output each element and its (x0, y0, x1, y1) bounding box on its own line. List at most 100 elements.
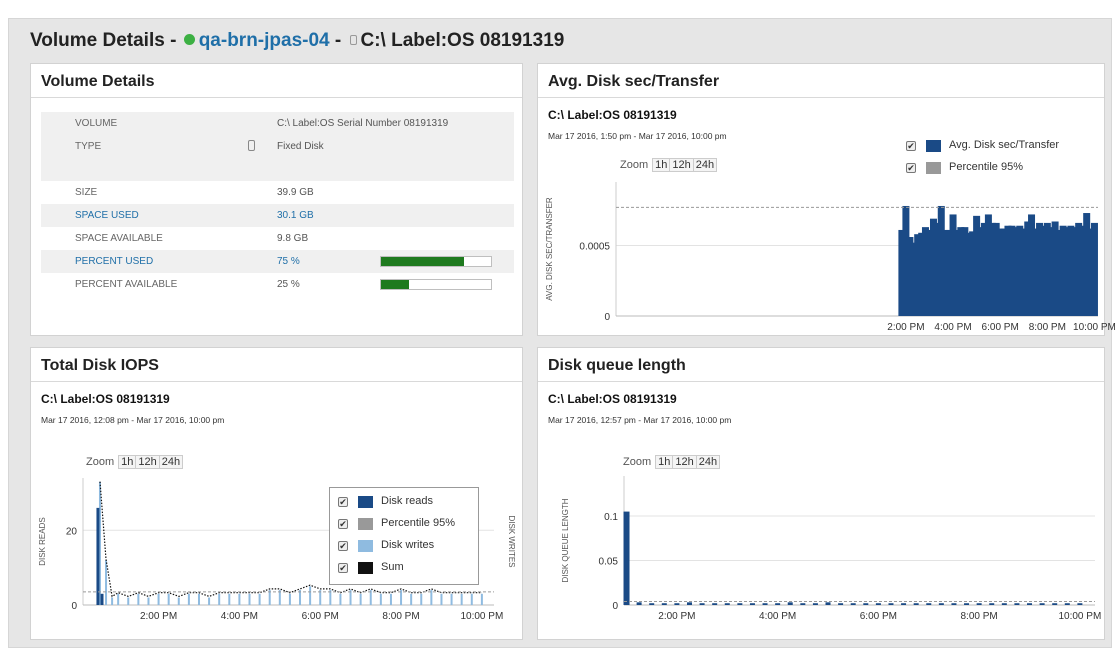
data-bar (863, 603, 869, 605)
writes-bar (147, 597, 150, 605)
y-tick-label: 0.0005 (579, 241, 610, 252)
writes-bar (379, 593, 382, 605)
data-bar (1039, 603, 1045, 605)
legend-item[interactable]: ✔ Disk writes (338, 537, 478, 559)
legend-item[interactable]: ✔ Percentile 95% (338, 515, 478, 537)
row-value[interactable]: 75 % (277, 256, 300, 267)
data-bar (762, 603, 768, 605)
x-tick-label: 2:00 PM (658, 611, 695, 622)
writes-bar (157, 593, 160, 605)
data-bar (1064, 603, 1070, 605)
node-link[interactable]: qa-brn-jpas-04 (199, 30, 330, 51)
data-bar (825, 602, 831, 605)
volume-details-panel: Volume Details VOLUME C:\ Label:OS Serial… (30, 63, 523, 336)
checkbox-icon[interactable]: ✔ (338, 541, 348, 551)
table-row: PERCENT USED 75 % (41, 250, 514, 273)
x-tick-label: 10:00 PM (1058, 611, 1101, 622)
row-label: PERCENT AVAILABLE (75, 279, 178, 290)
iops-panel: Total Disk IOPS C:\ Label:OS 08191319 Ma… (30, 347, 523, 640)
data-bar (964, 603, 970, 605)
volume-icon (349, 35, 357, 45)
writes-bar (117, 593, 120, 605)
x-tick-label: 6:00 PM (302, 611, 339, 622)
data-bar (938, 603, 944, 605)
checkbox-icon[interactable]: ✔ (338, 497, 348, 507)
table-row: VOLUME C:\ Label:OS Serial Number 0819131… (41, 112, 514, 135)
title-prefix: Volume Details - (30, 30, 177, 51)
row-value: 39.9 GB (277, 187, 314, 198)
data-bar (724, 603, 730, 605)
row-value: 9.8 GB (277, 233, 309, 244)
writes-bar (197, 593, 200, 605)
data-bar (623, 511, 630, 605)
writes-bar (177, 597, 180, 605)
legend-swatch (358, 496, 373, 508)
data-bar (989, 603, 995, 605)
data-bar (1077, 603, 1083, 605)
panel-title: Volume Details (31, 64, 522, 98)
data-bar (1090, 222, 1098, 316)
row-label: SIZE (75, 187, 98, 198)
reads-bar (96, 507, 100, 605)
data-bar (775, 603, 781, 605)
data-bar (636, 602, 642, 605)
y-axis-label: AVG. DISK SEC/TRANSFER (545, 197, 554, 301)
legend-label: Disk reads (381, 495, 433, 507)
writes-bar (288, 593, 291, 605)
status-up-icon (183, 34, 195, 45)
legend-swatch (358, 540, 373, 552)
queue-length-chart: 0 0.05 0.1 2:00 PM 4:00 PM 6:00 PM 8:00 PM 10:0… (561, 476, 1101, 622)
writes-bar (137, 593, 140, 605)
disk-icon (248, 140, 255, 151)
data-bar (674, 603, 680, 605)
y-tick-label: 0 (604, 312, 610, 323)
y-axis-label: DISK READS (38, 517, 47, 565)
volume-name: C:\ Label:OS 08191319 (360, 30, 565, 51)
checkbox-icon[interactable]: ✔ (338, 519, 348, 529)
data-bar (926, 603, 932, 605)
row-value: Fixed Disk (277, 141, 324, 152)
data-bar (1027, 603, 1033, 605)
avg-disk-panel: Avg. Disk sec/Transfer C:\ Label:OS 0819… (537, 63, 1116, 336)
legend-item[interactable]: ✔ Disk reads (338, 493, 478, 515)
x-tick-label: 4:00 PM (221, 611, 258, 622)
row-label[interactable]: SPACE USED (75, 210, 139, 221)
x-tick-label: 2:00 PM (887, 322, 924, 333)
usage-progress-fill (381, 280, 409, 289)
legend-item[interactable]: ✔ Sum (338, 559, 478, 581)
data-bar (1014, 603, 1020, 605)
table-row: SPACE AVAILABLE 9.8 GB (41, 227, 514, 250)
writes-bar (258, 593, 261, 605)
table-row: SIZE 39.9 GB (41, 181, 514, 204)
data-bar (712, 603, 718, 605)
row-label[interactable]: PERCENT USED (75, 256, 153, 267)
legend-swatch (358, 518, 373, 530)
x-tick-label: 10:00 PM (1073, 322, 1116, 333)
writes-bar (460, 593, 463, 605)
writes-bar (420, 593, 423, 605)
volume-details-table: VOLUME C:\ Label:OS Serial Number 0819131… (41, 112, 514, 296)
row-label: TYPE (75, 141, 102, 152)
writes-bar (208, 597, 211, 605)
table-row: PERCENT AVAILABLE 25 % (41, 273, 514, 296)
legend-label: Percentile 95% (381, 517, 455, 529)
row-label: VOLUME (75, 118, 118, 129)
chart-legend: ✔ Disk reads ✔ Percentile 95% ✔ Disk writes… (329, 487, 479, 585)
writes-bar (480, 593, 483, 605)
writes-bar (228, 593, 231, 605)
row-value: 25 % (277, 279, 300, 290)
title-separator: - (334, 30, 342, 51)
row-value[interactable]: 30.1 GB (277, 210, 314, 221)
data-bar (737, 603, 743, 605)
data-bar (1052, 603, 1058, 605)
writes-bar (238, 593, 241, 605)
x-tick-label: 6:00 PM (982, 322, 1019, 333)
writes-bar (440, 593, 443, 605)
data-bar (649, 603, 655, 605)
writes-bar (389, 593, 392, 605)
writes-bar (410, 593, 413, 605)
writes-bar (309, 586, 312, 605)
writes-bar (218, 593, 221, 605)
data-bar (812, 603, 818, 605)
checkbox-icon[interactable]: ✔ (338, 563, 348, 573)
